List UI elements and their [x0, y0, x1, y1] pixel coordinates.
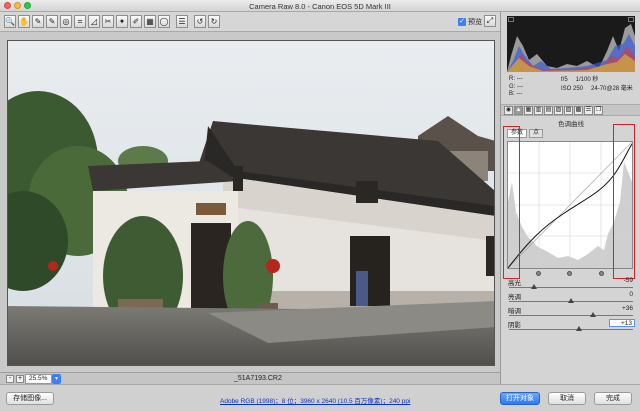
preview-checkbox[interactable]: ✓	[458, 18, 466, 26]
aperture: f/5	[561, 77, 568, 83]
slider-thumb[interactable]	[568, 298, 574, 303]
graduated-filter-icon[interactable]: ▦	[144, 15, 156, 28]
info-readout: R: --- G: --- B: --- f/5 1/100 秒 ISO 250 2…	[509, 76, 633, 102]
slider-track[interactable]	[509, 329, 633, 330]
open-object-button[interactable]: 打开对象	[500, 392, 540, 405]
zoom-out-button[interactable]: -	[6, 375, 14, 383]
slider-row: 高光 -59	[507, 277, 635, 291]
exif-info: f/5 1/100 秒 ISO 250 24-70@28 毫米	[561, 76, 633, 93]
fullscreen-toggle-icon[interactable]: ⤢	[484, 15, 496, 27]
adjustment-panel: R: --- G: --- B: --- f/5 1/100 秒 ISO 250 2…	[500, 12, 640, 384]
preview-label: 预览	[468, 19, 482, 26]
tab-camera-calibration-icon[interactable]: ▩	[574, 105, 583, 115]
r-value: R: ---	[509, 76, 523, 82]
color-sampler-tool-icon[interactable]: ✎	[46, 15, 58, 28]
targeted-adjustment-tool-icon[interactable]: ◎	[60, 15, 72, 28]
radial-filter-icon[interactable]: ◯	[158, 15, 170, 28]
image-canvas[interactable]	[0, 32, 500, 372]
tool-group: 🔍 ✋ ✎ ✎ ◎ ⌗ ◿ ✂ ✦ ✐ ▦ ◯ ☰ ↺ ↻	[4, 15, 220, 28]
slider-row: 阴影 +13	[507, 319, 635, 333]
tab-lens-icon[interactable]: ▧	[554, 105, 563, 115]
split-handle-2[interactable]	[567, 271, 572, 276]
slider-label: 亮调	[508, 294, 521, 301]
slider-thumb[interactable]	[531, 284, 538, 289]
straighten-tool-icon[interactable]: ◿	[88, 15, 100, 28]
tab-tone-curve-icon[interactable]: ▲	[514, 105, 523, 115]
white-balance-tool-icon[interactable]: ✎	[32, 15, 44, 28]
window-title: Camera Raw 8.0 - Canon EOS 5D Mark III	[249, 2, 391, 11]
tab-split-toning-icon[interactable]: ▤	[544, 105, 553, 115]
red-eye-tool-icon[interactable]: ✦	[116, 15, 128, 28]
lens: 24-70@28 毫米	[591, 85, 633, 92]
rgb-readout: R: --- G: --- B: ---	[509, 76, 523, 99]
rotate-left-icon[interactable]: ↺	[194, 15, 206, 28]
photo-image	[8, 41, 494, 365]
highlight-clipping-warning-icon[interactable]	[628, 17, 634, 22]
slider-label: 暗调	[508, 308, 521, 315]
zoom-level-field[interactable]: 25.5%	[25, 374, 52, 384]
annotation-highlight-region	[613, 124, 635, 279]
slider-value-field[interactable]: -59	[609, 277, 635, 285]
done-button[interactable]: 完成	[594, 392, 632, 405]
split-handle-3[interactable]	[598, 271, 604, 276]
footer: 存储图像... Adobe RGB (1998)；8 位；3960 x 2640…	[0, 384, 640, 411]
cancel-button[interactable]: 取消	[548, 392, 586, 405]
slider-value-field[interactable]: +36	[609, 305, 635, 313]
slider-thumb[interactable]	[576, 326, 583, 331]
hand-tool-icon[interactable]: ✋	[18, 15, 30, 28]
slider-row: 暗调 +36	[507, 305, 635, 319]
slider-label: 高光	[508, 280, 521, 287]
tab-detail-icon[interactable]: ▦	[524, 105, 533, 115]
region-sliders: 高光 -59 亮调 0 暗调 +36 阴影 +13	[507, 277, 635, 333]
photo-preview[interactable]	[7, 40, 495, 366]
slider-value-field[interactable]: 0	[609, 291, 635, 299]
tab-effects-icon[interactable]: ▨	[564, 105, 573, 115]
histogram	[507, 16, 635, 72]
rotate-right-icon[interactable]: ↻	[208, 15, 220, 28]
tab-point[interactable]: 点	[529, 129, 544, 138]
tab-basic-icon[interactable]: ◉	[504, 105, 513, 115]
crop-tool-icon[interactable]: ⌗	[74, 15, 86, 28]
annotation-shadow-region	[503, 126, 520, 279]
slider-row: 亮调 0	[507, 291, 635, 305]
zoom-bar: - + 25.5% ▾ _51A7193.CR2	[0, 372, 500, 384]
histogram-graph	[507, 24, 635, 72]
adjustment-brush-icon[interactable]: ✐	[130, 15, 142, 28]
preferences-icon[interactable]: ☰	[176, 15, 188, 28]
g-value: G: ---	[509, 83, 523, 90]
shutter-speed: 1/100 秒	[575, 77, 599, 83]
title-bar: Camera Raw 8.0 - Canon EOS 5D Mark III	[0, 0, 640, 12]
zoom-tool-icon[interactable]: 🔍	[4, 15, 16, 28]
panel-tab-bar: ◉ ▲ ▦ ▥ ▤ ▧ ▨ ▩ ☰ ❐	[501, 104, 640, 116]
b-value: B: ---	[509, 91, 523, 97]
spot-removal-tool-icon[interactable]: ✂	[102, 15, 114, 28]
slider-thumb[interactable]	[590, 312, 597, 317]
zoom-in-button[interactable]: +	[16, 375, 24, 383]
tab-presets-icon[interactable]: ☰	[584, 105, 593, 115]
slider-value-field[interactable]: +13	[609, 319, 635, 327]
split-handle-1[interactable]	[535, 271, 541, 276]
file-name: _51A7193.CR2	[234, 375, 282, 382]
tab-hsl-icon[interactable]: ▥	[534, 105, 543, 115]
tab-snapshots-icon[interactable]: ❐	[594, 105, 603, 115]
slider-track[interactable]	[509, 287, 633, 288]
slider-label: 阴影	[508, 322, 521, 329]
shadow-clipping-warning-icon[interactable]	[508, 17, 514, 22]
workflow-options-link[interactable]: Adobe RGB (1998)；8 位；3960 x 2640 (10.5 百…	[220, 395, 410, 405]
slider-track[interactable]	[509, 315, 633, 316]
zoom-dropdown-icon[interactable]: ▾	[52, 374, 61, 384]
preview-toggle[interactable]: ✓ 预览	[458, 17, 482, 27]
iso: ISO 250	[561, 85, 584, 92]
save-image-button[interactable]: 存储图像...	[6, 392, 54, 405]
